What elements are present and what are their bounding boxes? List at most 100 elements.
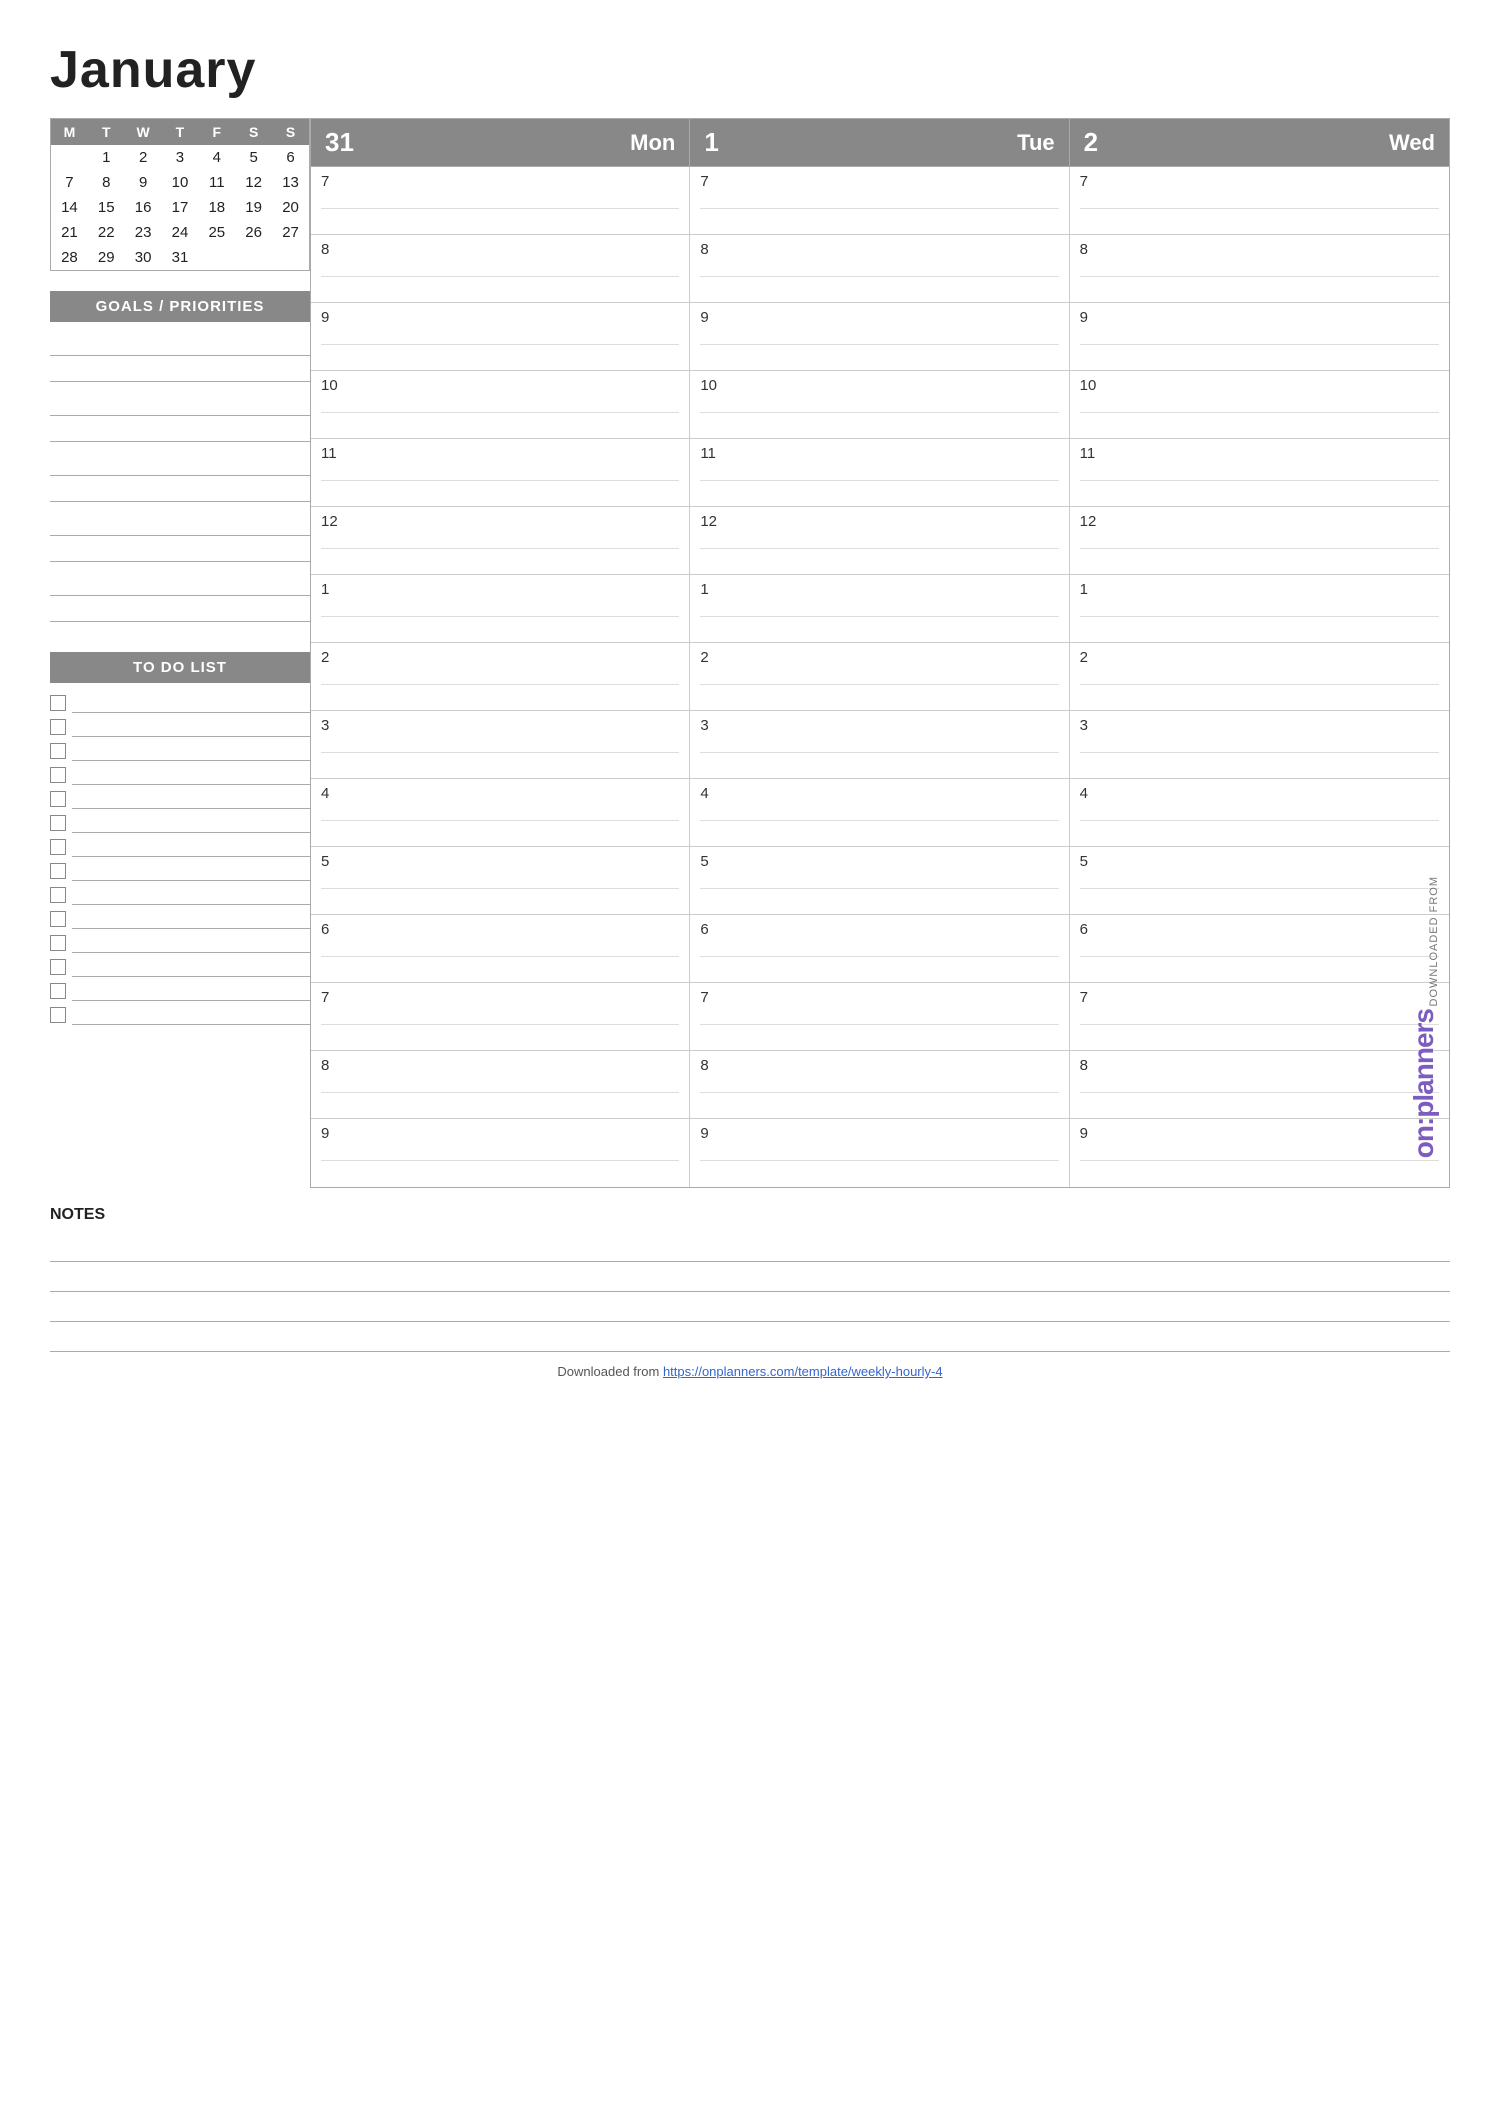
- goals-line[interactable]: [50, 418, 310, 442]
- todo-checkbox[interactable]: [50, 863, 66, 879]
- cal-header-cell: W: [125, 119, 162, 145]
- time-cell[interactable]: 1: [311, 575, 690, 642]
- time-cell[interactable]: 9: [311, 1119, 690, 1187]
- cal-cell: 7: [51, 170, 88, 195]
- todo-checkbox[interactable]: [50, 911, 66, 927]
- todo-checkbox[interactable]: [50, 839, 66, 855]
- todo-line[interactable]: [72, 1005, 310, 1025]
- time-cell[interactable]: 12: [1070, 507, 1449, 574]
- time-cell[interactable]: 7: [1070, 167, 1449, 234]
- time-cell[interactable]: 12: [311, 507, 690, 574]
- todo-checkbox[interactable]: [50, 791, 66, 807]
- time-cell[interactable]: 9: [1070, 303, 1449, 370]
- time-cell[interactable]: 9: [690, 1119, 1069, 1187]
- cal-cell: 28: [51, 245, 88, 270]
- notes-line[interactable]: [50, 1232, 1450, 1262]
- todo-line[interactable]: [72, 933, 310, 953]
- todo-item: [50, 789, 310, 809]
- time-cell[interactable]: 11: [1070, 439, 1449, 506]
- todo-line[interactable]: [72, 885, 310, 905]
- todo-checkbox[interactable]: [50, 767, 66, 783]
- goals-line[interactable]: [50, 512, 310, 536]
- notes-line[interactable]: [50, 1322, 1450, 1352]
- todo-line[interactable]: [72, 813, 310, 833]
- cell-line: [1080, 820, 1439, 821]
- notes-line[interactable]: [50, 1292, 1450, 1322]
- time-cell[interactable]: 12: [690, 507, 1069, 574]
- goals-line[interactable]: [50, 358, 310, 382]
- todo-checkbox[interactable]: [50, 959, 66, 975]
- time-cell[interactable]: 4: [311, 779, 690, 846]
- time-cell[interactable]: 7: [311, 167, 690, 234]
- goals-line[interactable]: [50, 572, 310, 596]
- goals-line[interactable]: [50, 452, 310, 476]
- time-cell[interactable]: 7: [1070, 983, 1449, 1050]
- todo-line[interactable]: [72, 837, 310, 857]
- todo-line[interactable]: [72, 765, 310, 785]
- goals-line[interactable]: [50, 332, 310, 356]
- todo-line[interactable]: [72, 957, 310, 977]
- time-cell[interactable]: 7: [690, 167, 1069, 234]
- todo-line[interactable]: [72, 693, 310, 713]
- time-cell[interactable]: 3: [1070, 711, 1449, 778]
- time-cell[interactable]: 7: [690, 983, 1069, 1050]
- notes-line[interactable]: [50, 1262, 1450, 1292]
- todo-checkbox[interactable]: [50, 983, 66, 999]
- goals-line[interactable]: [50, 538, 310, 562]
- todo-checkbox[interactable]: [50, 1007, 66, 1023]
- time-cell[interactable]: 3: [311, 711, 690, 778]
- time-cell[interactable]: 1: [1070, 575, 1449, 642]
- time-cell[interactable]: 4: [1070, 779, 1449, 846]
- time-cell[interactable]: 8: [311, 235, 690, 302]
- todo-line[interactable]: [72, 981, 310, 1001]
- goals-line[interactable]: [50, 392, 310, 416]
- goals-line[interactable]: [50, 478, 310, 502]
- time-cell[interactable]: 8: [1070, 235, 1449, 302]
- time-cell[interactable]: 3: [690, 711, 1069, 778]
- time-cell[interactable]: 11: [690, 439, 1069, 506]
- time-cell[interactable]: 8: [690, 235, 1069, 302]
- time-cell[interactable]: 1: [690, 575, 1069, 642]
- time-cell[interactable]: 10: [690, 371, 1069, 438]
- todo-checkbox[interactable]: [50, 887, 66, 903]
- time-label: 9: [1080, 1125, 1439, 1142]
- day-name: Mon: [630, 130, 675, 156]
- time-cell[interactable]: 2: [690, 643, 1069, 710]
- time-cell[interactable]: 5: [311, 847, 690, 914]
- day-header: 31Mon: [311, 119, 690, 167]
- time-cell[interactable]: 6: [311, 915, 690, 982]
- time-cell[interactable]: 9: [311, 303, 690, 370]
- todo-checkbox[interactable]: [50, 935, 66, 951]
- todo-line[interactable]: [72, 909, 310, 929]
- todo-checkbox[interactable]: [50, 695, 66, 711]
- time-cell[interactable]: 9: [690, 303, 1069, 370]
- time-cell[interactable]: 5: [1070, 847, 1449, 914]
- todo-line[interactable]: [72, 789, 310, 809]
- time-cell[interactable]: 5: [690, 847, 1069, 914]
- time-cell[interactable]: 7: [311, 983, 690, 1050]
- brand-on: on: [1408, 1126, 1439, 1158]
- todo-checkbox[interactable]: [50, 815, 66, 831]
- time-label: 12: [700, 513, 1058, 530]
- time-cell[interactable]: 10: [311, 371, 690, 438]
- time-cell[interactable]: 2: [311, 643, 690, 710]
- time-cell[interactable]: 4: [690, 779, 1069, 846]
- time-cell[interactable]: 10: [1070, 371, 1449, 438]
- todo-line[interactable]: [72, 717, 310, 737]
- todo-line[interactable]: [72, 861, 310, 881]
- time-label: 10: [700, 377, 1058, 394]
- time-cell[interactable]: 11: [311, 439, 690, 506]
- footer-url[interactable]: https://onplanners.com/template/weekly-h…: [663, 1364, 943, 1379]
- time-cell[interactable]: 8: [1070, 1051, 1449, 1118]
- goals-line[interactable]: [50, 598, 310, 622]
- time-cell[interactable]: 6: [1070, 915, 1449, 982]
- time-cell[interactable]: 6: [690, 915, 1069, 982]
- todo-item: [50, 837, 310, 857]
- time-cell[interactable]: 9: [1070, 1119, 1449, 1187]
- time-cell[interactable]: 8: [311, 1051, 690, 1118]
- todo-checkbox[interactable]: [50, 719, 66, 735]
- time-cell[interactable]: 8: [690, 1051, 1069, 1118]
- todo-line[interactable]: [72, 741, 310, 761]
- todo-checkbox[interactable]: [50, 743, 66, 759]
- time-cell[interactable]: 2: [1070, 643, 1449, 710]
